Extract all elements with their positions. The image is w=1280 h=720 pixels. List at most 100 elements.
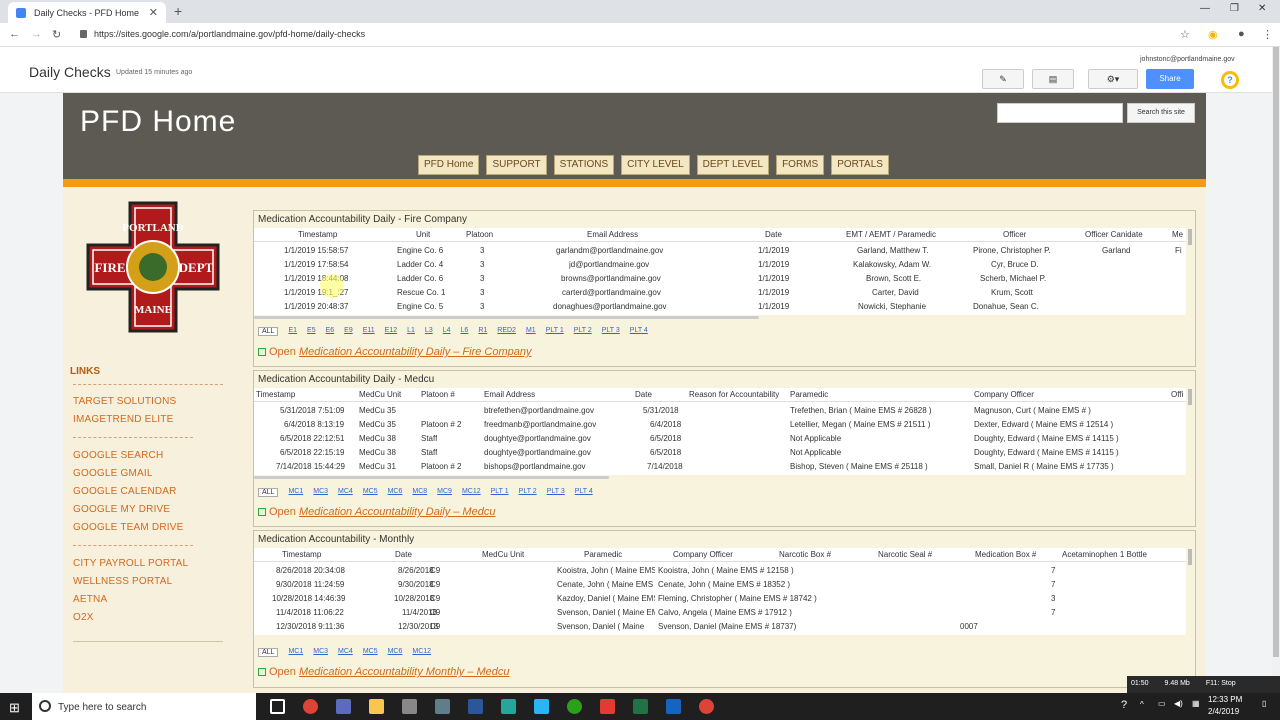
file-explorer-icon[interactable]: [369, 699, 384, 714]
table-row[interactable]: 12/30/2018 9:11:36 12/30/2018 C9 Svenson…: [254, 620, 1186, 634]
sheet-tab[interactable]: MC1: [288, 488, 303, 497]
sheet-tab[interactable]: E6: [326, 327, 335, 336]
sheet-tab[interactable]: MC4: [338, 488, 353, 497]
link-o2x[interactable]: O2X: [73, 612, 94, 623]
site-search-input[interactable]: [997, 103, 1123, 123]
link-imagetrend-elite[interactable]: IMAGETREND ELITE: [73, 414, 173, 425]
excel-icon[interactable]: [633, 699, 648, 714]
nav-pfd-home[interactable]: PFD Home: [418, 155, 480, 175]
new-tab-icon[interactable]: +: [174, 3, 182, 19]
sheet-tab[interactable]: PLT 4: [630, 327, 648, 336]
link-city-payroll-portal[interactable]: CITY PAYROLL PORTAL: [73, 558, 188, 569]
sheet-tab[interactable]: MC3: [313, 488, 328, 497]
spreadsheet-grid[interactable]: Timestamp Unit Platoon Email Address Dat…: [254, 228, 1186, 315]
table-row[interactable]: 5/31/2018 7:51:09 MedCu 35 btrefethen@po…: [254, 404, 1186, 418]
link-target-solutions[interactable]: TARGET SOLUTIONS: [73, 396, 176, 407]
link-wellness-portal[interactable]: WELLNESS PORTAL: [73, 576, 172, 587]
sheet-tab[interactable]: ALL: [258, 488, 279, 497]
sheet-tab[interactable]: E11: [363, 327, 375, 336]
sheet-tab[interactable]: L1: [407, 327, 415, 336]
link-google-calendar[interactable]: GOOGLE CALENDAR: [73, 486, 177, 497]
nav-support[interactable]: SUPPORT: [486, 155, 547, 175]
forward-icon[interactable]: →: [31, 28, 42, 40]
minimize-icon[interactable]: —: [1200, 3, 1210, 14]
sheet-tab[interactable]: M1: [526, 327, 536, 336]
nav-dept-level[interactable]: DEPT LEVEL: [696, 155, 770, 175]
sheet-tab[interactable]: MC9: [437, 488, 452, 497]
grid-hscrollbar[interactable]: [254, 316, 759, 319]
sheet-tab[interactable]: MC6: [388, 648, 403, 657]
sheet-tab[interactable]: MC1: [288, 648, 303, 657]
calculator-icon[interactable]: [402, 699, 417, 714]
sheet-tab[interactable]: MC4: [338, 648, 353, 657]
app-icon[interactable]: [666, 699, 681, 714]
table-row[interactable]: 8/26/2018 20:34:08 8/26/2018 C9 Kooistra…: [254, 564, 1186, 578]
open-spreadsheet-link[interactable]: Open Medication Accountability Daily – M…: [258, 506, 495, 518]
task-view-icon[interactable]: [270, 699, 285, 714]
windows-start-icon[interactable]: ⊞: [9, 700, 20, 716]
sheet-tab[interactable]: L3: [425, 327, 433, 336]
tray-chevron-icon[interactable]: ^: [1140, 700, 1144, 709]
reload-icon[interactable]: ↻: [52, 28, 61, 41]
sheet-tab[interactable]: ALL: [258, 648, 279, 657]
extension-icon[interactable]: ◉: [1208, 28, 1218, 41]
sheet-tab[interactable]: PLT 1: [491, 488, 509, 497]
sheet-tab[interactable]: R1: [478, 327, 487, 336]
sheet-tab[interactable]: MC12: [462, 488, 481, 497]
app-icon[interactable]: [336, 699, 351, 714]
network-icon[interactable]: ▭: [1158, 699, 1166, 708]
link-google-team-drive[interactable]: GOOGLE TEAM DRIVE: [73, 522, 183, 533]
table-row[interactable]: 10/28/2018 14:46:39 10/28/2018 C9 Kazdoy…: [254, 592, 1186, 606]
bookmark-star-icon[interactable]: ☆: [1180, 28, 1190, 41]
nav-stations[interactable]: STATIONS: [553, 155, 615, 175]
more-actions-button[interactable]: ⚙▾: [1088, 69, 1138, 89]
sheet-tab[interactable]: L4: [443, 327, 451, 336]
grid-scrollbar[interactable]: [1188, 389, 1192, 405]
clock-date[interactable]: 2/4/2019: [1208, 707, 1239, 716]
word-icon[interactable]: [468, 699, 483, 714]
help-tray-icon[interactable]: ?: [1121, 699, 1127, 711]
table-row[interactable]: 1/1/2019 17:58:54 Ladder Co. 4 3 jd@port…: [254, 258, 1186, 272]
window-close-icon[interactable]: ✕: [1258, 3, 1266, 14]
grid-scrollbar[interactable]: [1188, 229, 1192, 245]
chrome-active-icon[interactable]: [699, 699, 714, 714]
link-google-gmail[interactable]: GOOGLE GMAIL: [73, 468, 153, 479]
quickbooks-icon[interactable]: [567, 699, 582, 714]
table-row[interactable]: 7/14/2018 15:44:29 MedCu 31 Platoon # 2 …: [254, 460, 1186, 474]
menu-kebab-icon[interactable]: ⋮: [1262, 28, 1273, 41]
sheet-tab[interactable]: RED2: [497, 327, 516, 336]
spreadsheet-grid[interactable]: Timestamp MedCu Unit Platoon # Email Add…: [254, 388, 1186, 475]
sheet-tab[interactable]: PLT 2: [519, 488, 537, 497]
edit-page-button[interactable]: ✎: [982, 69, 1024, 89]
browser-tab[interactable]: Daily Checks - PFD Home ✕: [8, 2, 166, 23]
table-row[interactable]: 6/5/2018 22:15:19 MedCu 38 Staff doughty…: [254, 446, 1186, 460]
back-icon[interactable]: ←: [9, 28, 20, 40]
clock-time[interactable]: 12:33 PM: [1208, 695, 1242, 704]
app-icon[interactable]: [600, 699, 615, 714]
table-row[interactable]: 9/30/2018 11:24:59 9/30/2018 C9 Cenate, …: [254, 578, 1186, 592]
page-scrollbar[interactable]: [1272, 47, 1280, 687]
sheet-tab[interactable]: PLT 2: [574, 327, 592, 336]
link-google-search[interactable]: GOOGLE SEARCH: [73, 450, 163, 461]
table-row[interactable]: 6/5/2018 22:12:51 MedCu 38 Staff doughty…: [254, 432, 1186, 446]
profile-icon[interactable]: ●: [1238, 28, 1245, 40]
open-spreadsheet-link[interactable]: Open Medication Accountability Monthly –…: [258, 666, 510, 678]
restore-icon[interactable]: ❐: [1230, 3, 1239, 14]
nav-portals[interactable]: PORTALS: [831, 155, 889, 175]
sheet-tab[interactable]: MC5: [363, 648, 378, 657]
url-field[interactable]: https://sites.google.com/a/portlandmaine…: [94, 29, 365, 39]
sheet-tab[interactable]: MC12: [412, 648, 431, 657]
sheet-tab[interactable]: MC8: [412, 488, 427, 497]
keyboard-icon[interactable]: ▦: [1192, 699, 1200, 708]
open-spreadsheet-link[interactable]: Open Medication Accountability Daily – F…: [258, 346, 532, 358]
taskbar-search[interactable]: Type here to search: [32, 693, 256, 720]
app-icon[interactable]: [534, 699, 549, 714]
sheet-tab[interactable]: E5: [307, 327, 316, 336]
sheet-tab[interactable]: PLT 4: [575, 488, 593, 497]
sheet-tab[interactable]: PLT 3: [547, 488, 565, 497]
grid-hscrollbar[interactable]: [254, 476, 609, 479]
chrome-icon[interactable]: [303, 699, 318, 714]
account-email[interactable]: johnstonc@portlandmaine.gov: [1140, 56, 1235, 63]
app-icon[interactable]: [435, 699, 450, 714]
table-row[interactable]: 1/1/2019 15:58:57 Engine Co. 6 3 garland…: [254, 244, 1186, 258]
